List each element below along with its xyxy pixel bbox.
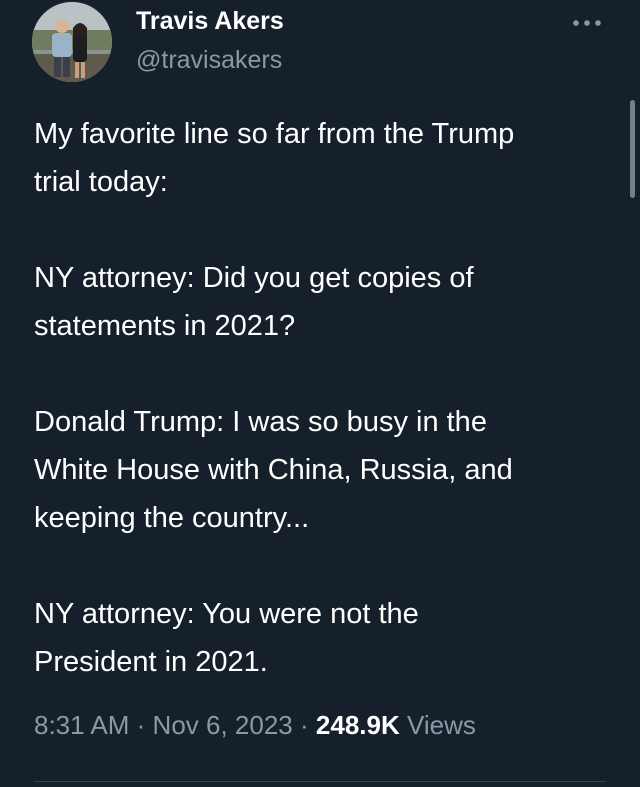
more-horizontal-icon[interactable] [571, 16, 603, 28]
tweet-line: keeping the country... [34, 502, 310, 534]
tweet-date[interactable]: Nov 6, 2023 [153, 710, 293, 740]
scrollbar[interactable] [630, 100, 635, 198]
tweet-line: Donald Trump: I was so busy in the [34, 406, 487, 438]
tweet-line: My favorite line so far from the Trump [34, 118, 515, 150]
tweet-line: NY attorney: Did you get copies of [34, 262, 474, 294]
tweet-line: trial today: [34, 166, 168, 198]
tweet-time[interactable]: 8:31 AM [34, 710, 129, 740]
tweet-line: President in 2021. [34, 646, 268, 678]
profile-photo-icon [32, 2, 112, 82]
views-label[interactable]: Views [407, 710, 476, 740]
tweet-text: My favorite line so far from the Trump t… [34, 110, 614, 686]
author-name[interactable]: Travis Akers [136, 7, 284, 36]
tweet-line: statements in 2021? [34, 310, 296, 342]
divider [34, 781, 606, 782]
tweet-line: White House with China, Russia, and [34, 454, 513, 486]
author-handle[interactable]: @travisakers [136, 46, 282, 75]
author-avatar[interactable] [32, 2, 112, 82]
tweet-header: Travis Akers @travisakers [32, 2, 620, 86]
meta-separator: · [300, 710, 309, 740]
tweet-meta: 8:31 AM · Nov 6, 2023 · 248.9K Views [34, 710, 476, 741]
tweet-line: NY attorney: You were not the [34, 598, 419, 630]
meta-separator: · [136, 710, 146, 740]
views-count[interactable]: 248.9K [316, 710, 400, 740]
